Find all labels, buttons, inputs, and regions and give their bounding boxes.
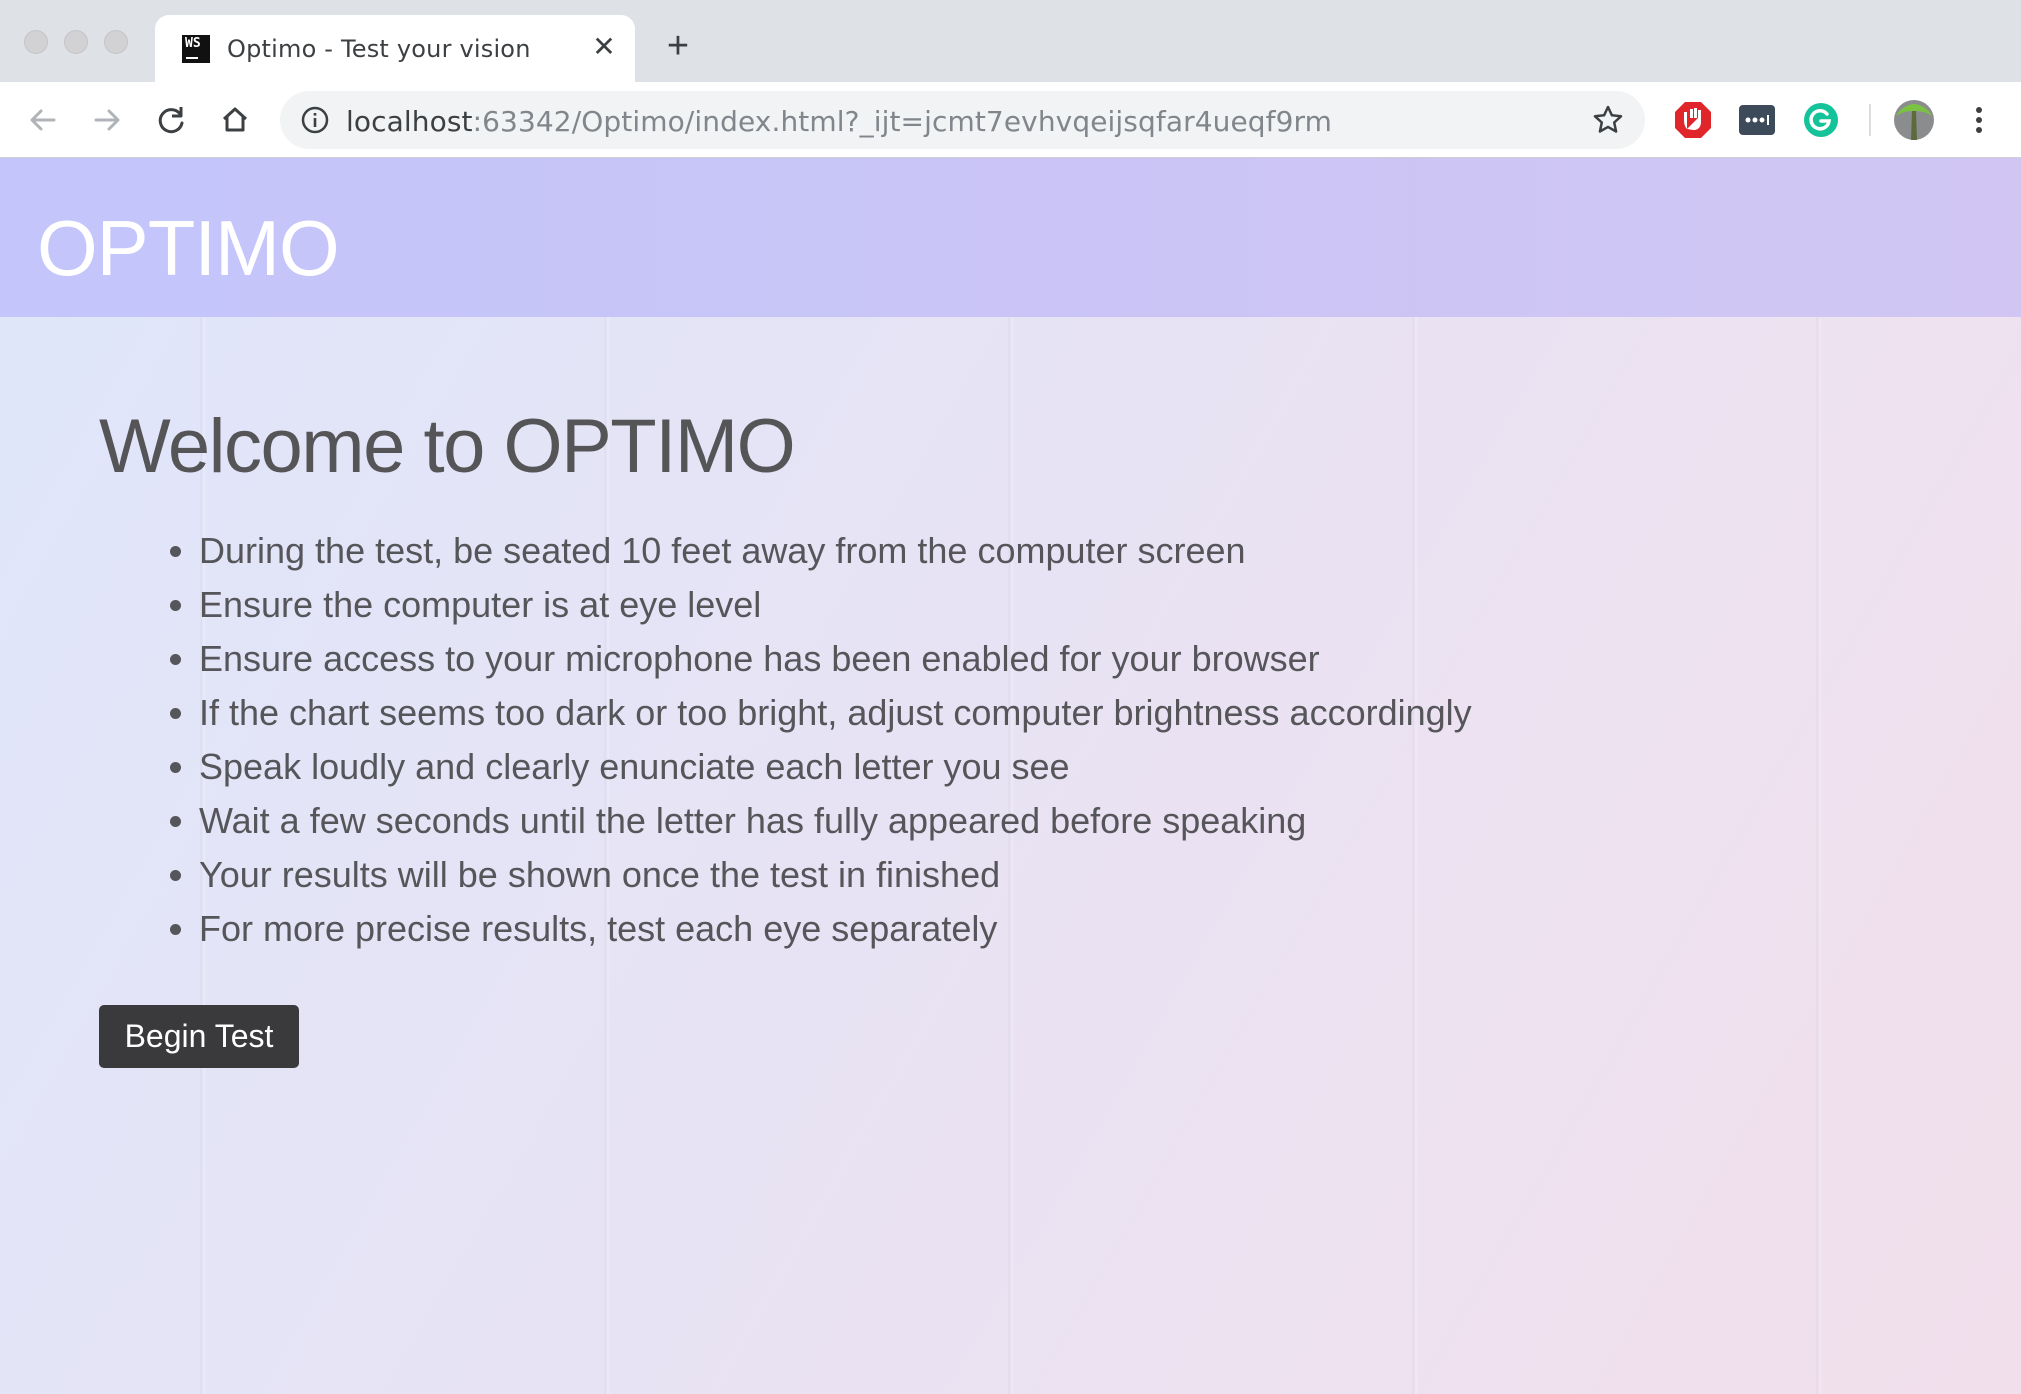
instruction-item: Your results will be shown once the test… — [199, 848, 1472, 902]
menu-icon[interactable] — [1958, 99, 2000, 141]
url-path: :63342/Optimo/index.html?_ijt=jcmt7evhvq… — [472, 105, 1333, 138]
page-title: Welcome to OPTIMO — [99, 404, 796, 489]
site-navbar: OPTIMO — [0, 158, 2021, 317]
window-minimize-button[interactable] — [64, 30, 88, 54]
tab-strip: WS Optimo - Test your vision ✕ + — [0, 0, 2021, 82]
main-content: Welcome to OPTIMO During the test, be se… — [99, 403, 1472, 956]
url-host: localhost — [346, 105, 473, 138]
reload-icon[interactable] — [149, 98, 193, 142]
password-manager-icon[interactable] — [1736, 99, 1778, 141]
page-viewport: OPTIMO Welcome to OPTIMO During the test… — [0, 158, 2021, 1394]
instruction-item: Ensure access to your microphone has bee… — [199, 632, 1472, 686]
instruction-item: Ensure the computer is at eye level — [199, 578, 1472, 632]
new-tab-button[interactable]: + — [660, 27, 696, 65]
instruction-item: For more precise results, test each eye … — [199, 902, 1472, 956]
toolbar-divider — [1869, 104, 1871, 136]
tab-title: Optimo - Test your vision — [227, 35, 531, 63]
browser-tab[interactable]: WS Optimo - Test your vision ✕ — [155, 15, 635, 82]
browser-toolbar: localhost:63342/Optimo/index.html?_ijt=j… — [0, 82, 2021, 158]
grammarly-icon[interactable] — [1800, 99, 1842, 141]
star-icon[interactable] — [1591, 103, 1625, 137]
webstorm-favicon-icon: WS — [182, 35, 210, 63]
instruction-item: During the test, be seated 10 feet away … — [199, 524, 1472, 578]
adblock-icon[interactable] — [1672, 99, 1714, 141]
begin-test-button[interactable]: Begin Test — [99, 1005, 299, 1068]
site-brand[interactable]: OPTIMO — [37, 203, 340, 294]
instruction-item: Speak loudly and clearly enunciate each … — [199, 740, 1472, 794]
window-close-button[interactable] — [24, 30, 48, 54]
window-zoom-button[interactable] — [104, 30, 128, 54]
instruction-item: If the chart seems too dark or too brigh… — [199, 686, 1472, 740]
site-info-icon[interactable] — [300, 105, 330, 135]
back-icon[interactable] — [21, 98, 65, 142]
instructions-list: During the test, be seated 10 feet away … — [99, 524, 1472, 956]
close-tab-icon[interactable]: ✕ — [588, 31, 620, 63]
profile-avatar-icon[interactable] — [1893, 99, 1935, 141]
home-icon[interactable] — [213, 98, 257, 142]
address-bar[interactable]: localhost:63342/Optimo/index.html?_ijt=j… — [280, 91, 1645, 149]
instruction-item: Wait a few seconds until the letter has … — [199, 794, 1472, 848]
forward-icon[interactable] — [85, 98, 129, 142]
url-text: localhost:63342/Optimo/index.html?_ijt=j… — [346, 105, 1332, 138]
